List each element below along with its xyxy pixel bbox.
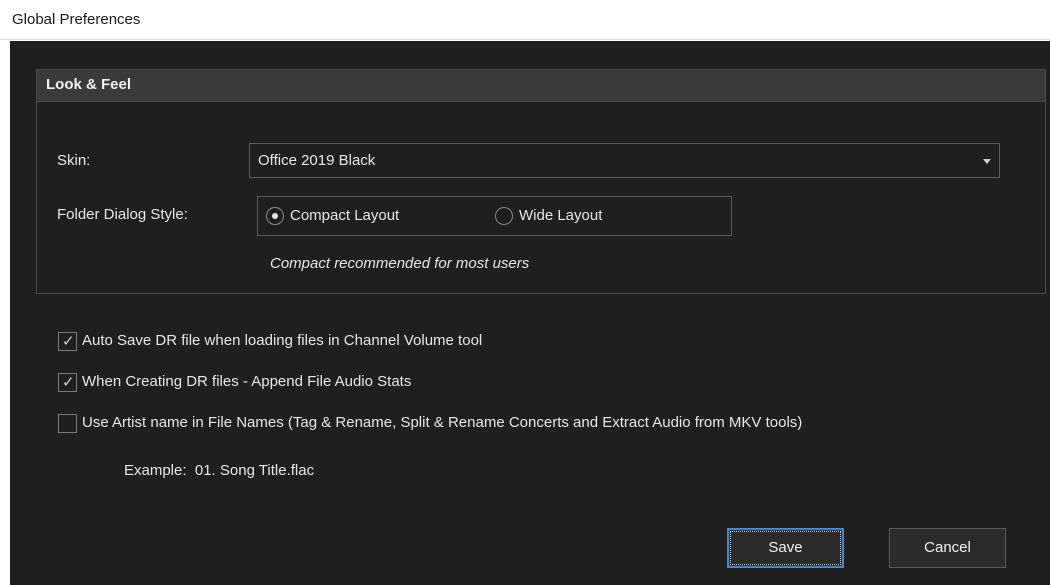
dropdown-arrow-icon: [983, 159, 991, 164]
option-label: Use Artist name in File Names (Tag & Ren…: [82, 414, 803, 431]
radio-label: Wide Layout: [519, 207, 603, 224]
title-bar[interactable]: Global Preferences: [0, 0, 1050, 40]
option-append-audio-stats[interactable]: ✓ When Creating DR files - Append File A…: [58, 372, 538, 394]
save-button[interactable]: Save: [727, 528, 844, 568]
check-icon: ✓: [62, 332, 75, 350]
window-title: Global Preferences: [12, 11, 141, 28]
cancel-button[interactable]: Cancel: [889, 528, 1006, 568]
dialog-body: Look & Feel Skin: Office 2019 Black Fold…: [10, 41, 1050, 585]
skin-label: Skin:: [57, 152, 91, 169]
group-header: Look & Feel: [37, 70, 1045, 102]
look-feel-group: Look & Feel Skin: Office 2019 Black Fold…: [36, 69, 1046, 294]
option-auto-save-dr[interactable]: ✓ Auto Save DR file when loading files i…: [58, 331, 638, 353]
filename-example: Example: 01. Song Title.flac: [124, 462, 315, 479]
radio-label: Compact Layout: [290, 207, 400, 224]
checkbox[interactable]: ✓: [58, 373, 77, 392]
option-label: When Creating DR files - Append File Aud…: [82, 373, 412, 390]
radio-checked-icon: [266, 207, 284, 225]
folder-style-label: Folder Dialog Style:: [57, 206, 188, 223]
skin-value: Office 2019 Black: [258, 152, 376, 169]
checkbox[interactable]: [58, 414, 77, 433]
radio-unchecked-icon: [495, 207, 513, 225]
layout-hint: Compact recommended for most users: [270, 255, 530, 272]
preferences-window: Global Preferences Look & Feel Skin: Off…: [0, 0, 1050, 585]
radio-wide-layout[interactable]: Wide Layout: [495, 206, 695, 228]
group-title: Look & Feel: [46, 76, 132, 93]
folder-style-radio-group: Compact Layout Wide Layout: [257, 196, 732, 236]
option-use-artist-name[interactable]: Use Artist name in File Names (Tag & Ren…: [58, 413, 1038, 435]
checkbox[interactable]: ✓: [58, 332, 77, 351]
option-label: Auto Save DR file when loading files in …: [82, 332, 483, 349]
check-icon: ✓: [62, 373, 75, 391]
skin-dropdown[interactable]: Office 2019 Black: [249, 143, 1000, 178]
radio-compact-layout[interactable]: Compact Layout: [266, 206, 466, 228]
